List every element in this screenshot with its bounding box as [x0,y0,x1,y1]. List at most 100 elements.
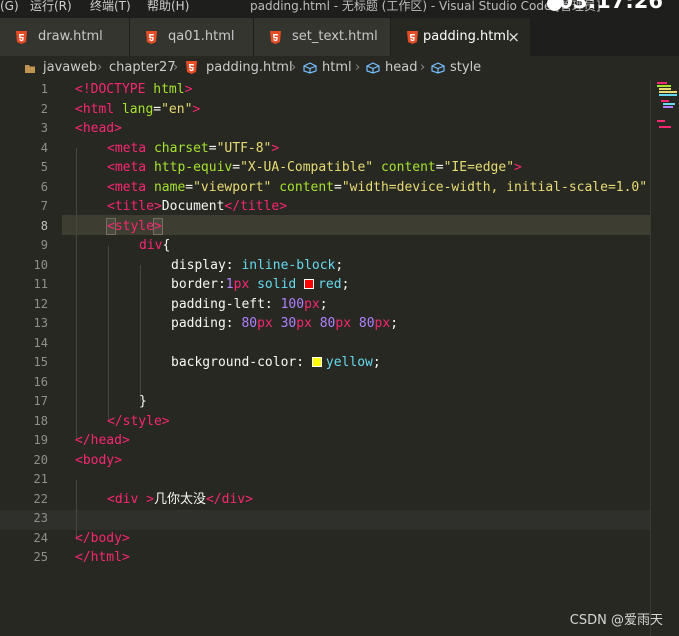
menu-run[interactable]: 运行(R) [30,0,72,13]
tab-padding-html[interactable]: padding.html × [391,18,531,56]
menu-terminal[interactable]: 终端(T) [90,0,131,13]
code-line-19: </head> [75,433,130,448]
clock-overlay: 03:17:26 [558,0,663,13]
html5-icon [407,31,418,44]
code-line-1: <!DOCTYPE html> [75,82,193,97]
line-number: 23 [33,511,48,525]
color-swatch-red[interactable] [304,279,315,289]
code-line-25: </html> [75,550,130,565]
html5-icon [270,31,281,44]
cube-icon [431,62,445,74]
line-number: 15 [33,355,48,369]
line-number: 14 [33,335,48,350]
code-line-8: <style> [106,217,163,235]
breadcrumb-style[interactable]: style [450,56,481,80]
line-number: 17 [33,394,48,408]
minimap-line [659,94,677,96]
indent-guide [76,148,77,440]
minimap-line [657,82,667,84]
line-number: 20 [33,452,48,467]
code-line-24: </body> [75,530,130,546]
line-number: 7 [40,199,48,213]
code-line-12: padding-left: 100px; [171,296,328,312]
line-number: 10 [33,257,48,272]
minimap-line [659,126,671,128]
html5-icon [186,61,197,74]
tab-set-text-html[interactable]: set_text.html [254,18,391,56]
cursor-line-highlight [0,510,650,530]
line-number-current: 8 [40,218,48,233]
line-number: 22 [33,491,48,506]
breadcrumb-file[interactable]: padding.html [206,56,293,80]
breadcrumb-head[interactable]: head [385,56,417,80]
folder-icon [25,65,35,73]
line-number: 1 [40,82,48,96]
code-line-9: div{ [139,238,171,253]
minimap-line [663,106,673,108]
html5-icon [16,31,27,44]
line-number: 4 [40,140,48,155]
line-number: 6 [40,179,48,194]
code-line-10: display: inline-block; [171,257,344,273]
code-line-6: <meta name="viewport" content="width=dev… [107,179,648,195]
minimap-line [659,91,677,93]
line-number: 24 [33,530,48,545]
breadcrumb-separator: › [420,60,426,75]
line-number: 2 [40,101,48,116]
code-line-18: </style> [107,413,170,429]
line-number: 18 [33,413,48,428]
line-number-gutter: 1 2 3 4 5 6 7 8 9 10 11 12 13 14 15 16 1… [0,80,62,636]
code-line-20: <body> [75,452,122,468]
minimap-line [659,88,671,90]
minimap-line [661,100,669,102]
cube-icon [303,62,317,74]
indent-guide [140,265,141,401]
breadcrumb-separator: › [291,60,297,75]
minimap-line [657,85,671,87]
code-line-17: } [139,394,147,409]
line-number: 3 [40,121,48,135]
line-number: 13 [33,316,48,330]
line-number: 9 [40,238,48,252]
line-number: 5 [40,160,48,174]
cube-icon [366,62,380,74]
minimap[interactable] [650,80,679,636]
line-number: 19 [33,433,48,447]
minimap-line [657,120,665,122]
code-line-7: <title>Document</title> [107,199,288,214]
line-number: 16 [33,374,48,389]
watermark: CSDN @爱雨天 [569,613,663,628]
menu-help[interactable]: 帮助(H) [147,0,189,13]
breadcrumb-html[interactable]: html [322,56,352,80]
code-line-4: <meta charset="UTF-8"> [107,140,280,156]
tab-qa01-html[interactable]: qa01.html [130,18,254,56]
breadcrumb: javaweb › chapter27 › padding.html › htm… [0,56,679,80]
code-line-3: <head> [75,121,122,136]
code-editor[interactable]: <!DOCTYPE html> <html lang="en"> <head> … [0,80,650,636]
menu-bar: (G) 运行(R) 终端(T) 帮助(H) padding.html - 无标题… [0,0,679,18]
tab-label: set_text.html [292,29,378,44]
code-line-5: <meta http-equiv="X-UA-Compatible" conte… [107,160,522,175]
line-number: 25 [33,550,48,564]
code-line-15: background-color: yellow; [171,355,381,370]
html5-icon [146,31,157,44]
code-line-13: padding: 80px 30px 80px 80px; [171,316,399,331]
breadcrumb-separator: › [97,60,103,75]
breadcrumb-javaweb[interactable]: javaweb [43,56,97,80]
menu-go[interactable]: (G) [0,0,19,13]
breadcrumb-separator: › [173,60,179,75]
minimap-line [663,103,675,105]
line-number: 11 [33,277,48,291]
code-line-11: border:1px solid red; [171,277,350,292]
line-number: 21 [33,472,48,486]
breadcrumb-separator: › [355,60,361,75]
tab-draw-html[interactable]: draw.html [0,18,130,56]
color-swatch-yellow[interactable] [311,357,322,367]
tab-label: draw.html [38,29,103,44]
indent-guide [108,246,109,421]
breadcrumb-chapter27[interactable]: chapter27 [109,56,176,80]
editor-tab-bar: draw.html qa01.html set_text.html paddin… [0,18,679,56]
tab-label: padding.html [423,29,510,44]
close-icon[interactable]: × [507,18,520,56]
code-line-22: <div >几你太没</div> [107,491,253,507]
